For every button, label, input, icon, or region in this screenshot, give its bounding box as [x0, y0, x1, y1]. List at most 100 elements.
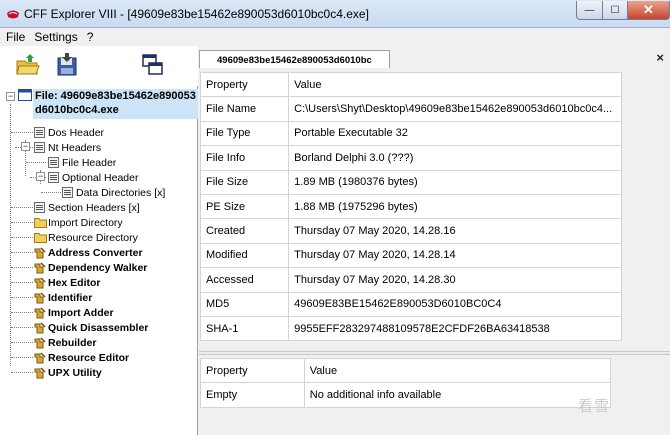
tree-item-file-header[interactable]: File Header: [48, 155, 116, 170]
table-row[interactable]: Created Thursday 07 May 2020, 14.28.16: [199, 218, 622, 244]
windows-button[interactable]: [139, 51, 167, 79]
tree-item-nt-headers[interactable]: Nt Headers: [34, 140, 101, 155]
menu-help[interactable]: ?: [87, 30, 94, 44]
column-header-property[interactable]: Property: [200, 357, 305, 384]
folder-icon: [34, 232, 47, 243]
value-cell: 1.89 MB (1980376 bytes): [288, 169, 622, 195]
tree-item-quick-disassembler[interactable]: Quick Disassembler: [34, 320, 148, 335]
menu-file[interactable]: File: [6, 30, 25, 44]
root-expander[interactable]: −: [6, 92, 15, 101]
tool-icon: [34, 307, 46, 319]
property-cell: Created: [199, 218, 290, 244]
table-row[interactable]: MD5 49609E83BE15462E890053D6010BC0C4: [199, 291, 622, 317]
root-label-line2: d6010bc0c4.exe: [35, 104, 119, 116]
left-panel: − File: 49609e83be15462e890053 d6010bc0c…: [0, 46, 198, 435]
column-header-value[interactable]: Value: [303, 357, 612, 384]
tree-item-upx-utility[interactable]: UPX Utility: [34, 365, 102, 380]
panel-splitter[interactable]: [199, 351, 670, 355]
toolbar: [0, 46, 198, 86]
table-header-row: Property Value: [200, 357, 612, 384]
table-header-row: Property Value: [199, 71, 622, 98]
tree-item-dependency-walker[interactable]: Dependency Walker: [34, 260, 147, 275]
minimize-button[interactable]: —: [576, 1, 603, 20]
title-bar: CFF Explorer VIII - [49609e83be15462e890…: [0, 0, 670, 28]
tree-item-import-directory[interactable]: Import Directory: [34, 215, 123, 230]
value-cell: No additional info available: [303, 382, 612, 408]
column-header-value[interactable]: Value: [288, 71, 622, 98]
header-icon: [62, 187, 73, 198]
property-cell: MD5: [199, 291, 290, 317]
maximize-button[interactable]: ☐: [602, 1, 628, 20]
property-cell: Modified: [199, 242, 290, 269]
tree-item-address-converter[interactable]: Address Converter: [34, 245, 143, 260]
value-cell: Portable Executable 32: [288, 120, 622, 147]
nt-headers-expander[interactable]: −: [21, 142, 30, 151]
tool-icon: [34, 367, 46, 379]
tool-icon: [34, 337, 46, 349]
tool-icon: [34, 322, 46, 334]
close-button[interactable]: ✕: [627, 1, 670, 20]
value-cell: Thursday 07 May 2020, 14.28.16: [288, 218, 622, 244]
property-cell: File Size: [199, 169, 290, 195]
tab-file[interactable]: 49609e83be15462e890053d6010bc: [199, 50, 390, 69]
property-cell: PE Size: [199, 193, 290, 220]
folder-icon: [34, 217, 47, 228]
table-row[interactable]: Accessed Thursday 07 May 2020, 14.28.30: [199, 267, 622, 293]
optional-header-expander[interactable]: −: [36, 172, 45, 181]
tree-item-dos-header[interactable]: Dos Header: [34, 125, 104, 140]
property-cell: Accessed: [199, 267, 290, 293]
save-file-button[interactable]: [53, 51, 81, 79]
tool-icon: [34, 352, 46, 364]
tree-item-section-headers[interactable]: Section Headers [x]: [34, 200, 140, 215]
table-row[interactable]: PE Size 1.88 MB (1975296 bytes): [199, 193, 622, 220]
file-icon: [18, 89, 32, 101]
header-icon: [34, 127, 45, 138]
watermark: 看雪: [578, 397, 611, 415]
right-panel: 49609e83be15462e890053d6010bc × Property…: [199, 46, 670, 435]
column-header-property[interactable]: Property: [199, 71, 290, 98]
tree-item-rebuilder[interactable]: Rebuilder: [34, 335, 96, 350]
table-row[interactable]: File Size 1.89 MB (1980376 bytes): [199, 169, 622, 195]
tool-icon: [34, 277, 46, 289]
tree-item-optional-header[interactable]: Optional Header: [48, 170, 138, 185]
tree-item-hex-editor[interactable]: Hex Editor: [34, 275, 101, 290]
table-row[interactable]: File Type Portable Executable 32: [199, 120, 622, 147]
tool-icon: [34, 292, 46, 304]
value-cell: Thursday 07 May 2020, 14.28.14: [288, 242, 622, 269]
header-icon: [48, 157, 59, 168]
table-row[interactable]: SHA-1 9955EFF283297488109578E2CFDF26BA634…: [199, 315, 622, 342]
tool-icon: [34, 247, 46, 259]
tab-strip: 49609e83be15462e890053d6010bc ×: [199, 46, 670, 69]
tree-item-resource-editor[interactable]: Resource Editor: [34, 350, 129, 365]
tree-root-file[interactable]: File: 49609e83be15462e890053 d6010bc0c4.…: [33, 89, 198, 119]
open-file-button[interactable]: [14, 51, 42, 79]
window-title: CFF Explorer VIII - [49609e83be15462e890…: [24, 7, 369, 21]
table-row[interactable]: File Name C:\Users\Shyt\Desktop\49609e83b…: [199, 96, 622, 122]
property-cell: File Info: [199, 145, 290, 171]
value-cell: Borland Delphi 3.0 (???): [288, 145, 622, 171]
value-cell: C:\Users\Shyt\Desktop\49609e83be15462e89…: [288, 96, 622, 122]
tab-close-icon[interactable]: ×: [656, 50, 664, 65]
header-icon: [34, 142, 45, 153]
tree-item-data-directories[interactable]: Data Directories [x]: [62, 185, 165, 200]
root-label-line1: File: 49609e83be15462e890053: [35, 90, 196, 102]
tree-item-resource-directory[interactable]: Resource Directory: [34, 230, 138, 245]
tree-item-import-adder[interactable]: Import Adder: [34, 305, 114, 320]
open-file-icon: [16, 54, 40, 75]
property-cell: File Name: [199, 96, 290, 122]
table-row[interactable]: Empty No additional info available: [200, 382, 612, 408]
menu-bar: File Settings ?: [0, 28, 670, 46]
tree-view: − File: 49609e83be15462e890053 d6010bc0c…: [0, 86, 198, 435]
windows-icon: [142, 54, 163, 75]
table-row[interactable]: Modified Thursday 07 May 2020, 14.28.14: [199, 242, 622, 269]
value-cell: Thursday 07 May 2020, 14.28.30: [288, 267, 622, 293]
header-icon: [34, 202, 45, 213]
value-cell: 9955EFF283297488109578E2CFDF26BA63418538: [288, 315, 622, 342]
tree-item-identifier[interactable]: Identifier: [34, 290, 92, 305]
table-row[interactable]: File Info Borland Delphi 3.0 (???): [199, 145, 622, 171]
value-cell: 1.88 MB (1975296 bytes): [288, 193, 622, 220]
value-cell: 49609E83BE15462E890053D6010BC0C4: [288, 291, 622, 317]
menu-settings[interactable]: Settings: [34, 30, 77, 44]
save-file-icon: [57, 53, 77, 76]
tool-icon: [34, 262, 46, 274]
